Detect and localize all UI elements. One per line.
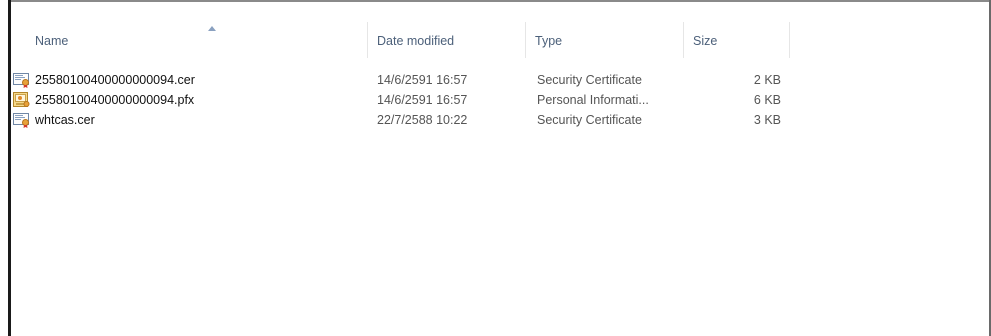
column-divider[interactable] [789, 22, 790, 58]
column-header-name-label: Name [35, 34, 69, 48]
file-type: Security Certificate [537, 73, 642, 87]
column-divider[interactable] [683, 22, 684, 58]
file-size: 6 KB [753, 93, 781, 107]
window-top-border [8, 0, 991, 2]
file-type: Personal Informati... [537, 93, 649, 107]
sort-ascending-icon [208, 26, 216, 31]
file-explorer-window: Name Date modified Type Size 25580100400… [0, 0, 991, 336]
column-header-type[interactable]: Type [527, 20, 683, 60]
personal-information-exchange-icon [13, 92, 31, 108]
column-header-date-modified-label: Date modified [377, 34, 455, 48]
file-name: 25580100400000000094.pfx [35, 93, 195, 107]
file-type: Security Certificate [537, 113, 642, 127]
file-date-modified: 14/6/2591 16:57 [377, 93, 468, 107]
file-size: 3 KB [753, 113, 781, 127]
column-header-size-label: Size [693, 34, 718, 48]
column-header-size[interactable]: Size [685, 20, 789, 60]
file-list: 25580100400000000094.cer 14/6/2591 16:57… [11, 70, 791, 130]
file-name: 25580100400000000094.cer [35, 73, 195, 87]
column-divider[interactable] [525, 22, 526, 58]
file-date-modified: 14/6/2591 16:57 [377, 73, 468, 87]
file-row[interactable]: 25580100400000000094.pfx 14/6/2591 16:57… [11, 90, 791, 110]
certificate-icon [13, 72, 31, 88]
file-row[interactable]: whtcas.cer 22/7/2588 10:22 Security Cert… [11, 110, 791, 130]
column-header-type-label: Type [535, 34, 563, 48]
file-date-modified: 22/7/2588 10:22 [377, 113, 468, 127]
column-header-name[interactable]: Name [27, 20, 367, 60]
file-name: whtcas.cer [35, 113, 95, 127]
column-header-date-modified[interactable]: Date modified [369, 20, 525, 60]
column-header-row: Name Date modified Type Size [11, 20, 791, 60]
certificate-icon [13, 112, 31, 128]
file-size: 2 KB [753, 73, 781, 87]
file-row[interactable]: 25580100400000000094.cer 14/6/2591 16:57… [11, 70, 791, 90]
column-divider[interactable] [367, 22, 368, 58]
